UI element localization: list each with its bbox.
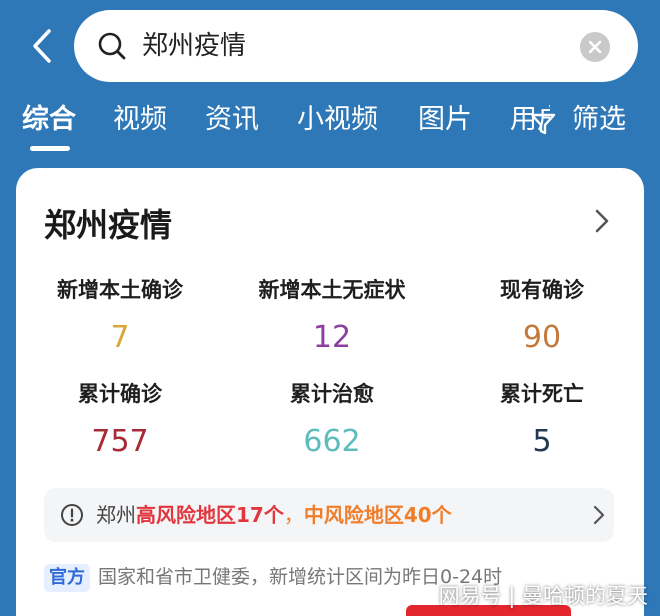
- stat-label: 累计死亡: [500, 382, 584, 406]
- stat-label: 新增本土无症状: [258, 278, 406, 302]
- chevron-left-icon: [33, 29, 51, 63]
- search-icon: [98, 32, 126, 60]
- stat-label: 累计治愈: [290, 382, 374, 406]
- stat-value: 12: [312, 320, 352, 355]
- clear-search-button[interactable]: [580, 32, 610, 62]
- tab-bar: 综合 视频 资讯 小视频 图片 用户 筛选: [0, 98, 660, 154]
- risk-separator: ，: [283, 503, 304, 527]
- stat-total-deaths: 累计死亡 5: [432, 380, 652, 462]
- risk-area-text: 郑州高风险地区17个，中风险地区40个: [96, 501, 452, 529]
- back-button[interactable]: [22, 22, 62, 70]
- official-badge: 官方: [44, 564, 90, 592]
- tab-video[interactable]: 视频: [113, 102, 167, 138]
- stat-new-local-confirmed: 新增本土确诊 7: [10, 276, 230, 358]
- info-icon: [61, 504, 83, 526]
- search-input[interactable]: 郑州疫情: [142, 28, 246, 64]
- mid-risk-count: 中风险地区40个: [303, 503, 452, 527]
- stat-value: 7: [110, 320, 130, 355]
- stat-value: 662: [303, 424, 361, 459]
- high-risk-count: 高风险地区17个: [136, 503, 284, 527]
- stat-value: 90: [522, 320, 562, 355]
- tab-short-video[interactable]: 小视频: [297, 102, 378, 138]
- chevron-right-icon: [593, 505, 605, 525]
- tab-comprehensive[interactable]: 综合: [22, 102, 76, 138]
- stat-label: 现有确诊: [500, 278, 584, 302]
- stat-total-confirmed: 累计确诊 757: [10, 380, 230, 462]
- stat-current-confirmed: 现有确诊 90: [432, 276, 652, 358]
- chevron-right-icon[interactable]: [592, 206, 612, 236]
- stat-label: 新增本土确诊: [57, 278, 183, 302]
- watermark: 网易号 | 曼哈顿的夏天: [438, 584, 648, 608]
- active-tab-indicator: [30, 146, 70, 151]
- stat-total-recovered: 累计治愈 662: [222, 380, 442, 462]
- search-box[interactable]: 郑州疫情: [74, 10, 638, 82]
- risk-prefix: 郑州: [96, 503, 136, 527]
- tab-news[interactable]: 资讯: [205, 102, 259, 138]
- filter-icon[interactable]: [530, 110, 556, 146]
- risk-area-notice[interactable]: 郑州高风险地区17个，中风险地区40个: [44, 488, 614, 542]
- top-bar: 郑州疫情: [0, 0, 660, 92]
- card-title[interactable]: 郑州疫情: [44, 200, 172, 246]
- epidemic-card: 郑州疫情 新增本土确诊 7 新增本土无症状 12 现有确诊 90 累计确诊 75…: [16, 168, 644, 616]
- stat-label: 累计确诊: [78, 382, 162, 406]
- stat-new-local-asymptomatic: 新增本土无症状 12: [222, 276, 442, 358]
- close-icon: [588, 40, 602, 54]
- filter-button[interactable]: 筛选: [572, 102, 626, 138]
- data-source: 官方 国家和省市卫健委，新增统计区间为昨日0-24时: [44, 563, 502, 592]
- stat-value: 5: [532, 424, 552, 459]
- stat-value: 757: [91, 424, 149, 459]
- tab-images[interactable]: 图片: [418, 102, 472, 138]
